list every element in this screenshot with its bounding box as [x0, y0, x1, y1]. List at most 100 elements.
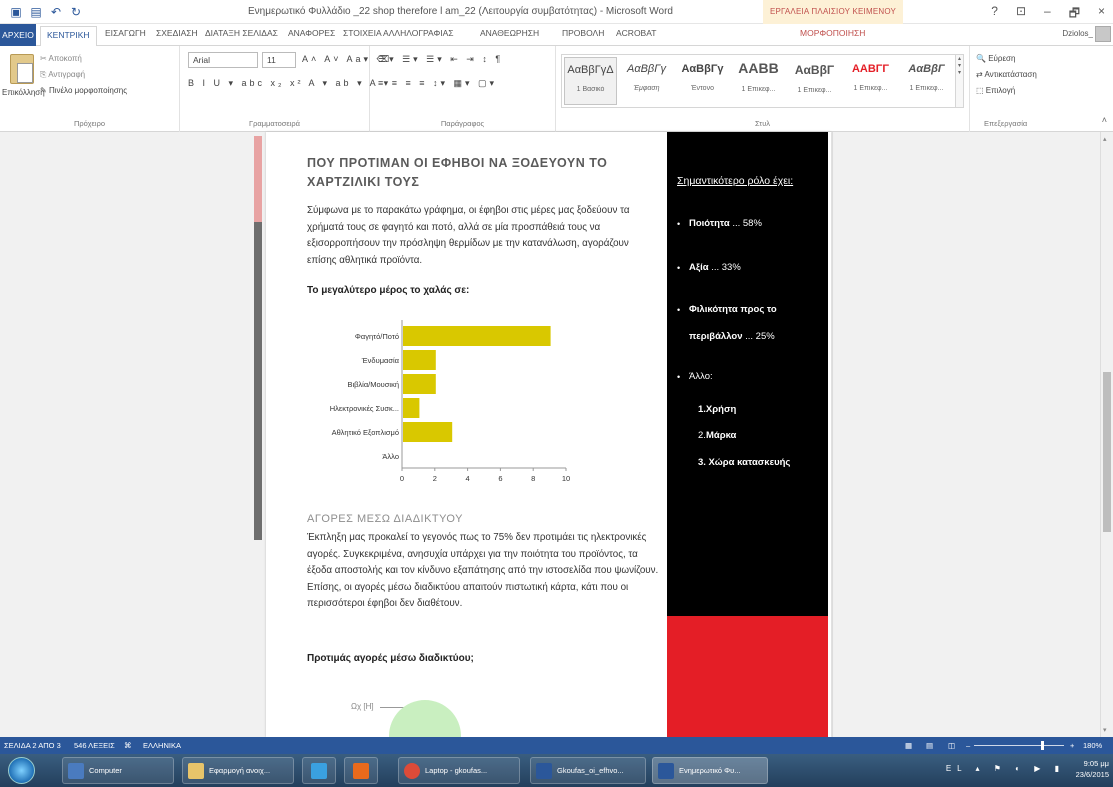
- taskbar-item-computer[interactable]: Computer: [62, 757, 174, 784]
- restore-button[interactable]: 🗗: [1069, 4, 1080, 25]
- category-label: Βιβλία/Μουσική: [347, 380, 399, 389]
- style-strong[interactable]: ΑαΒβΓγ Έντονο: [676, 57, 729, 105]
- avatar[interactable]: [1095, 26, 1111, 42]
- clipboard-label: Πρόχειρο: [73, 119, 106, 128]
- quick-access-toolbar: ▣ ▤ ↶ ↻: [10, 5, 82, 19]
- paste-button[interactable]: Επικόλληση: [2, 88, 45, 97]
- tab-acrobat[interactable]: ACROBAT: [616, 28, 656, 38]
- pie-label: Ωχ [Η]: [351, 702, 374, 711]
- word-icon[interactable]: ▣: [10, 5, 22, 19]
- zoom-out-icon[interactable]: –: [966, 741, 970, 750]
- zoom-slider-thumb[interactable]: [1041, 741, 1044, 750]
- bar: [403, 374, 436, 394]
- scroll-thumb[interactable]: [1103, 372, 1111, 532]
- clipboard-group: Επικόλληση ✂ Αποκοπή ⎘ Αντιγραφή ✎ Πινέλ…: [0, 46, 180, 132]
- scroll-down-icon[interactable]: ▾: [1103, 726, 1107, 734]
- styles-scroll[interactable]: ▴ ▾ ▾: [955, 54, 964, 108]
- tab-insert[interactable]: ΕΙΣΑΓΩΓΗ: [105, 28, 146, 38]
- tab-layout[interactable]: ΔΙΑΤΑΞΗ ΣΕΛΙΔΑΣ: [205, 28, 278, 38]
- style-heading-2[interactable]: ΑαΒβΓ 1 Επικεφ...: [788, 57, 841, 105]
- category-label: Ηλεκτρονικές Συσκ...: [330, 404, 399, 413]
- read-mode-icon[interactable]: ▦: [905, 741, 912, 750]
- paste-icon[interactable]: [10, 54, 34, 84]
- editing-label: Επεξεργασία: [984, 119, 1028, 128]
- clock[interactable]: 9:05 μμ 23/6/2015: [1076, 758, 1109, 780]
- minimize-button[interactable]: –: [1044, 4, 1051, 25]
- web-layout-icon[interactable]: ◫: [948, 741, 955, 750]
- tab-file[interactable]: ΑΡΧΕΙΟ: [0, 24, 36, 46]
- bar: [403, 350, 436, 370]
- zoom-slider[interactable]: [974, 745, 1064, 746]
- taskbar-item-explorer[interactable]: Εφαρμογή ανοιχ...: [182, 757, 294, 784]
- taskbar-item-ie[interactable]: [302, 757, 336, 784]
- tab-home[interactable]: ΚΕΝΤΡΙΚΗ: [40, 26, 97, 47]
- pie-heading: Προτιμάς αγορές μέσω διαδικτύου;: [307, 653, 474, 664]
- tab-review[interactable]: ΑΝΑΘΕΩΡΗΣΗ: [480, 28, 539, 38]
- format-painter-button[interactable]: ✎ Πινέλο μορφοποίησης: [40, 86, 127, 95]
- chart-heading: Το μεγαλύτερο μέρος το χαλάς σε:: [307, 285, 470, 296]
- tab-view[interactable]: ΠΡΟΒΟΛΗ: [562, 28, 604, 38]
- paragraph-align-controls[interactable]: ≡ ≡ ≡ ≡ ↕▾ ▦▾ ▢▾: [378, 78, 497, 89]
- font-size-field[interactable]: 11: [262, 52, 296, 68]
- zoom-in-icon[interactable]: +: [1070, 741, 1074, 750]
- cut-button[interactable]: ✂ Αποκοπή: [40, 54, 82, 63]
- style-heading-3[interactable]: ΑΑΒΓΓ 1 Επικεφ...: [844, 57, 897, 105]
- intro-paragraph: Σύμφωνα με το παρακάτω γράφημα, οι έφηβο…: [307, 205, 630, 266]
- ribbon: Επικόλληση ✂ Αποκοπή ⎘ Αντιγραφή ✎ Πινέλ…: [0, 46, 1113, 132]
- zoom-level[interactable]: 180%: [1083, 741, 1102, 750]
- ribbon-tabs: ΑΡΧΕΙΟ ΚΕΝΤΡΙΚΗ ΕΙΣΑΓΩΓΗ ΣΧΕΔΙΑΣΗ ΔΙΑΤΑΞ…: [0, 24, 1113, 47]
- style-heading-4[interactable]: ΑαΒβΓ 1 Επικεφ...: [900, 57, 953, 105]
- save-icon[interactable]: ▤: [30, 5, 42, 19]
- tab-references[interactable]: ΑΝΑΦΟΡΕΣ: [288, 28, 335, 38]
- taskbar-item-word-2[interactable]: Ενημερωτικό Φυ...: [652, 757, 768, 784]
- bar: [403, 422, 453, 442]
- copy-button[interactable]: ⎘ Αντιγραφή: [40, 70, 85, 80]
- word-count[interactable]: 546 ΛΕΞΕΙΣ: [74, 741, 115, 750]
- proofing-icon[interactable]: ⌘: [124, 741, 132, 750]
- x-tick-label: 8: [531, 474, 535, 483]
- taskbar-item-word-1[interactable]: Gkoufas_oi_efhvo...: [530, 757, 646, 784]
- tab-design[interactable]: ΣΧΕΔΙΑΣΗ: [156, 28, 198, 38]
- style-heading-1[interactable]: ΑΑΒΒ 1 Επικεφ...: [732, 57, 785, 105]
- sidebar-header: Σημαντικότερο ρόλο έχει:: [677, 175, 794, 187]
- style-emphasis[interactable]: ΑαΒβΓγ Έμφαση: [620, 57, 673, 105]
- close-button[interactable]: ×: [1098, 4, 1105, 25]
- undo-icon[interactable]: ↶: [50, 5, 62, 19]
- paragraph-list-controls[interactable]: ☰▾ ☰▾ ☰▾ ⇤ ⇥ ↕ ¶: [378, 54, 503, 65]
- taskbar-item-chrome[interactable]: Laptop - gkoufas...: [398, 757, 520, 784]
- user-name[interactable]: Dziolos_: [1062, 29, 1093, 38]
- font-format-controls[interactable]: B I U ▾ abc x₂ x² A ▾ ab ▾ A ▾: [188, 78, 391, 89]
- scroll-up-icon[interactable]: ▴: [1103, 135, 1107, 143]
- tab-format[interactable]: ΜΟΡΦΟΠΟΙΗΣΗ: [800, 28, 865, 38]
- vertical-scrollbar[interactable]: ▴ ▾: [1100, 132, 1113, 737]
- tab-mailings[interactable]: ΣΤΟΙΧΕΙΑ ΑΛΛΗΛΟΓΡΑΦΙΑΣ: [343, 28, 454, 38]
- x-tick-label: 10: [562, 474, 570, 483]
- system-tray-icons[interactable]: EL ▴ ⚑ ◐ ▶ ▮: [946, 764, 1065, 773]
- page-counter[interactable]: ΣΕΛΙΔΑ 2 ΑΠΟ 3: [4, 741, 61, 750]
- taskbar-item-office[interactable]: [344, 757, 378, 784]
- start-button[interactable]: [8, 757, 35, 784]
- style-normal[interactable]: ΑαΒβΓγΔ 1 Βασικό: [564, 57, 617, 105]
- print-layout-icon[interactable]: ▤: [926, 741, 933, 750]
- x-tick-label: 6: [498, 474, 502, 483]
- title-bar: ▣ ▤ ↶ ↻ Ενημερωτικό Φυλλάδιο _22 shop th…: [0, 0, 1113, 24]
- language-indicator[interactable]: ΕΛΛΗΝΙΚΑ: [143, 741, 181, 750]
- collapse-ribbon-icon[interactable]: ˄: [1102, 115, 1107, 125]
- word-icon: [536, 763, 552, 779]
- chrome-icon: [404, 763, 420, 779]
- font-name-field[interactable]: Arial: [188, 52, 258, 68]
- page-side-bar: [254, 136, 262, 540]
- office-icon: [353, 763, 369, 779]
- sidebar-item-country: 3. Χώρα κατασκευής: [698, 457, 791, 468]
- category-label: Άλλο: [382, 452, 399, 461]
- ribbon-options-button[interactable]: ⊡: [1016, 4, 1026, 25]
- section-heading: ΑΓΟΡΕΣ ΜΕΣΩ ΔΙΑΔΙΚΤΥΟΥ: [307, 513, 463, 525]
- folder-icon: [188, 763, 204, 779]
- category-label: Αθλητικό Εξοπλισμό: [332, 428, 399, 437]
- font-group: Arial 11 A˄ A˅ Aa▾ ⌫ B I U ▾ abc x₂ x² A…: [180, 46, 389, 132]
- redo-icon[interactable]: ↻: [70, 5, 82, 19]
- sidebar-item-other: Άλλο:: [689, 371, 713, 382]
- sidebar-item-eco-cont: περιβάλλον ... 25%: [689, 331, 775, 342]
- help-button[interactable]: ?: [991, 4, 998, 25]
- sidebar-panel: Σημαντικότερο ρόλο έχει: • Ποιότητα ... …: [667, 132, 828, 737]
